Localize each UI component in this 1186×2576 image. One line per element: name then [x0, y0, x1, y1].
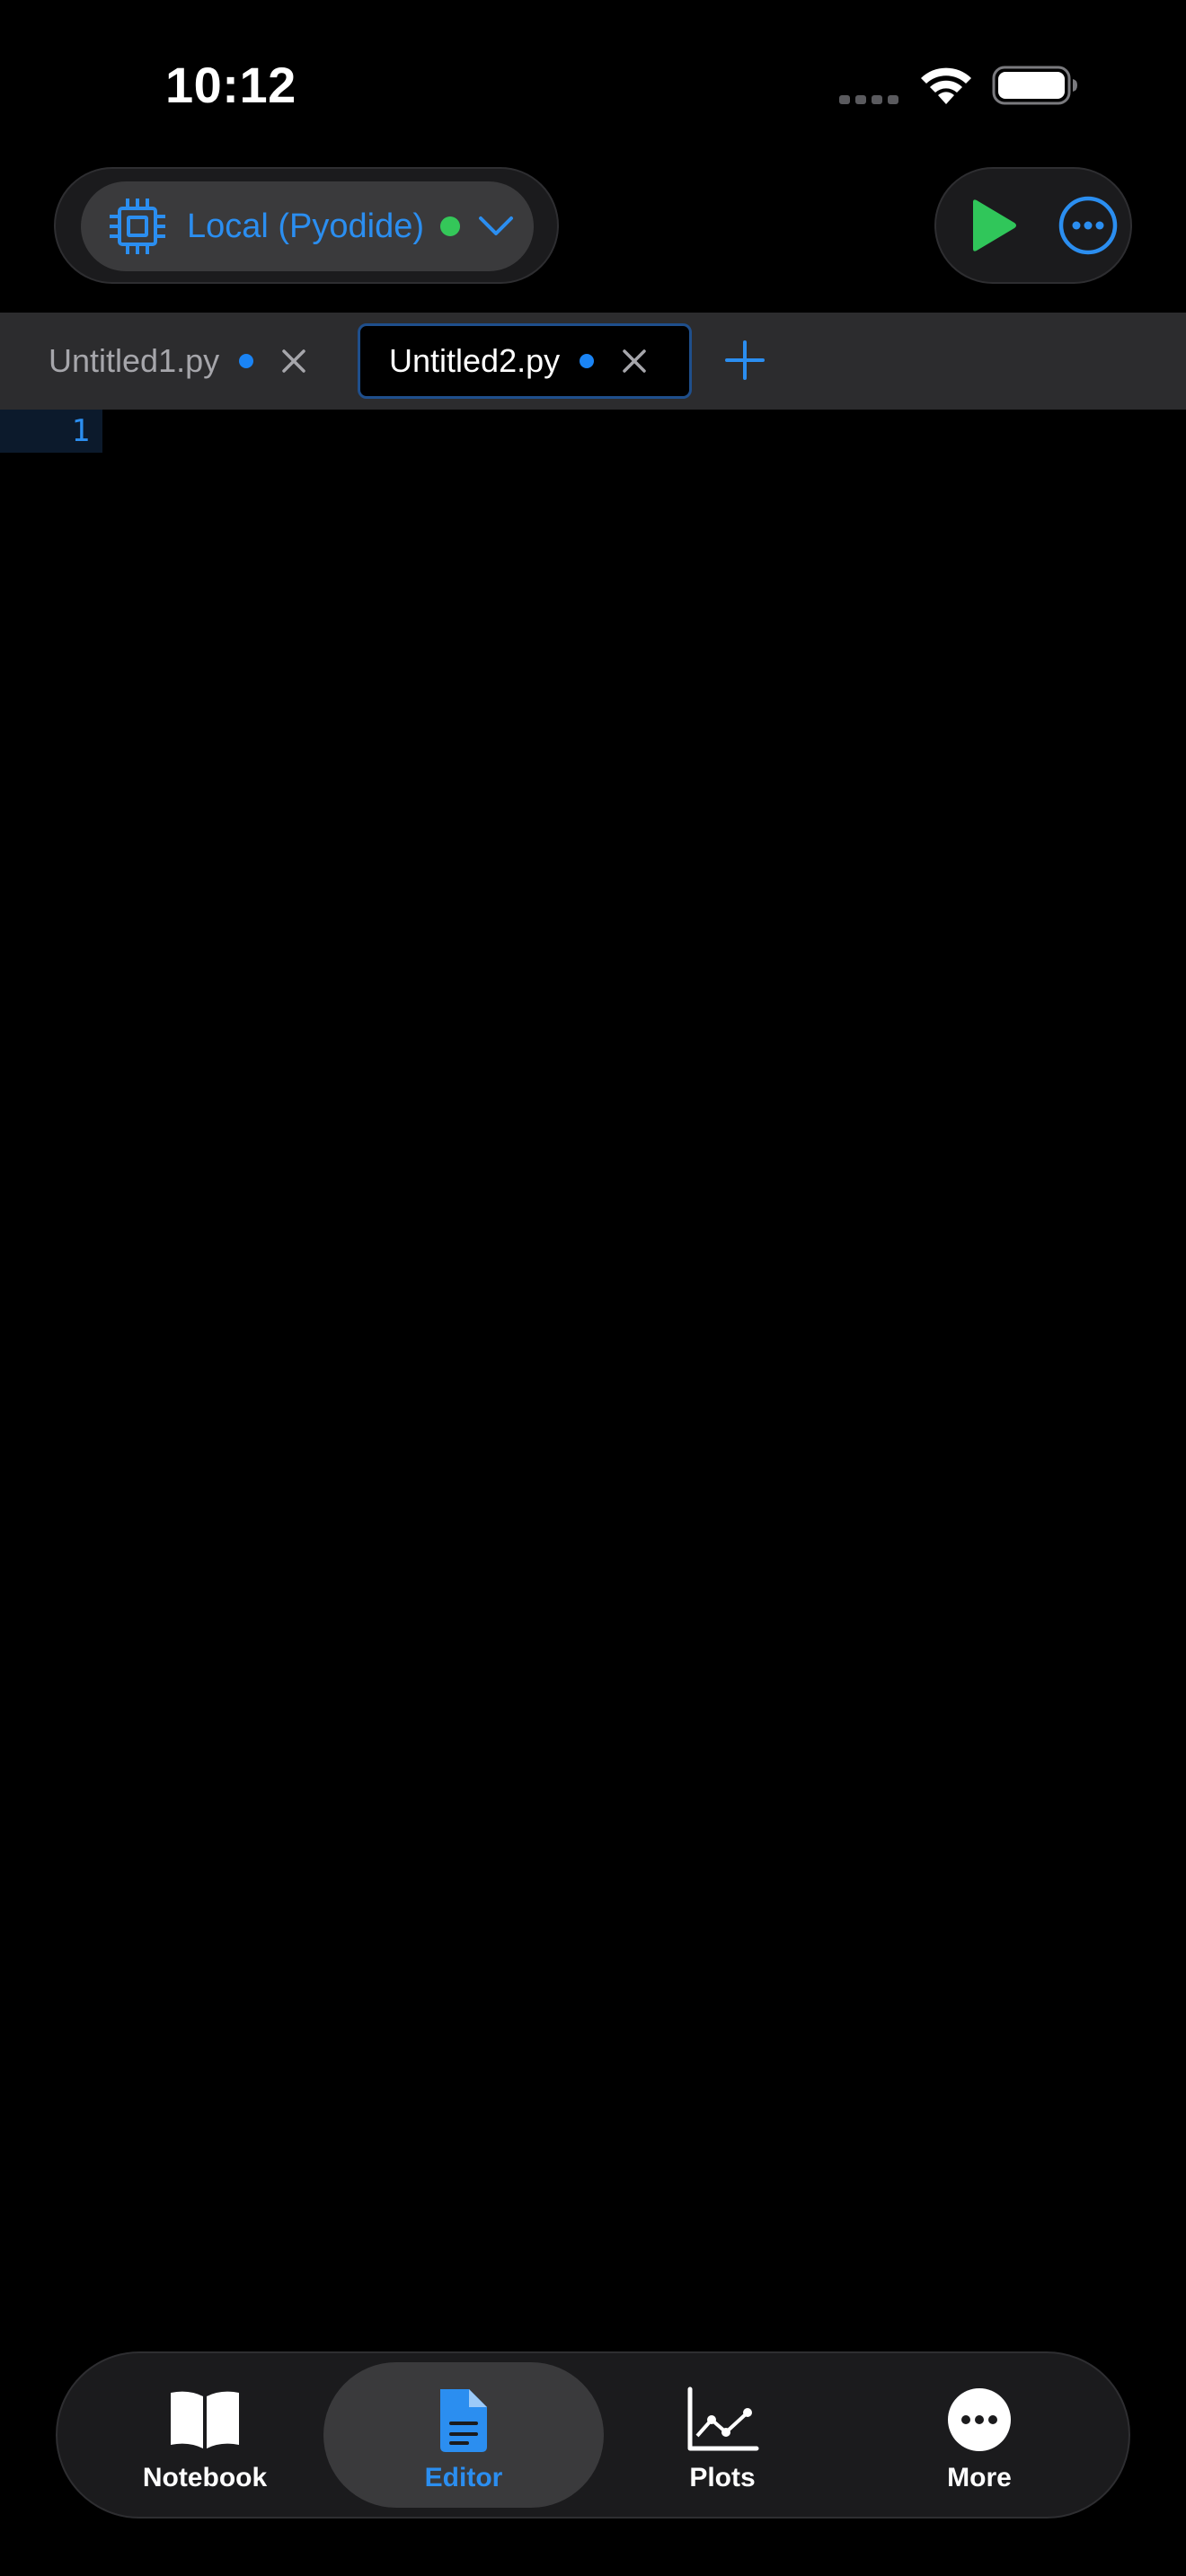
close-icon[interactable]: [280, 348, 307, 375]
status-bar: 10:12: [0, 0, 1186, 162]
unsaved-indicator: [580, 354, 595, 368]
nav-label: Editor: [424, 2463, 503, 2492]
nav-more[interactable]: More: [839, 2362, 1120, 2508]
tab-untitled2[interactable]: Untitled2.py: [358, 323, 692, 399]
play-icon: [973, 199, 1016, 251]
kernel-selector-button[interactable]: Local (Pyodide): [81, 181, 534, 271]
nav-plots[interactable]: Plots: [582, 2362, 863, 2508]
code-editor[interactable]: 1: [0, 410, 1186, 2350]
nav-label: Plots: [689, 2463, 756, 2492]
nav-label: Notebook: [142, 2463, 268, 2492]
book-icon: [171, 2391, 239, 2448]
ellipsis-circle-icon: [948, 2388, 1011, 2451]
file-tab-bar: Untitled1.py Untitled2.py: [0, 313, 1186, 410]
run-button[interactable]: [952, 185, 1033, 266]
wifi-icon: [921, 67, 971, 104]
nav-editor[interactable]: Editor: [323, 2362, 604, 2508]
tab-untitled1[interactable]: Untitled1.py: [25, 323, 331, 399]
kernel-status-dot: [440, 216, 461, 236]
chart-icon: [687, 2386, 759, 2451]
tab-label: Untitled1.py: [49, 342, 220, 379]
cellular-signal-icon: [839, 95, 898, 104]
close-icon[interactable]: [621, 348, 648, 375]
kernel-name: Local (Pyodide): [187, 207, 425, 245]
tab-label: Untitled2.py: [389, 342, 561, 379]
battery-icon: [992, 66, 1077, 105]
bottom-tab-bar: Notebook Editor Plots More: [56, 2351, 1130, 2519]
nav-label: More: [947, 2463, 1012, 2492]
cpu-icon: [110, 198, 165, 254]
kernel-selector-container: Local (Pyodide): [54, 167, 559, 284]
more-options-button[interactable]: [1048, 185, 1128, 266]
document-icon: [440, 2389, 487, 2452]
run-actions-container: [934, 167, 1132, 284]
chevron-down-icon: [479, 216, 514, 235]
nav-notebook[interactable]: Notebook: [65, 2362, 345, 2508]
plus-icon[interactable]: [724, 340, 766, 381]
line-number: 1: [0, 410, 102, 453]
unsaved-indicator: [239, 354, 254, 368]
status-time: 10:12: [165, 57, 296, 113]
ellipsis-circle-icon: [1058, 196, 1118, 255]
